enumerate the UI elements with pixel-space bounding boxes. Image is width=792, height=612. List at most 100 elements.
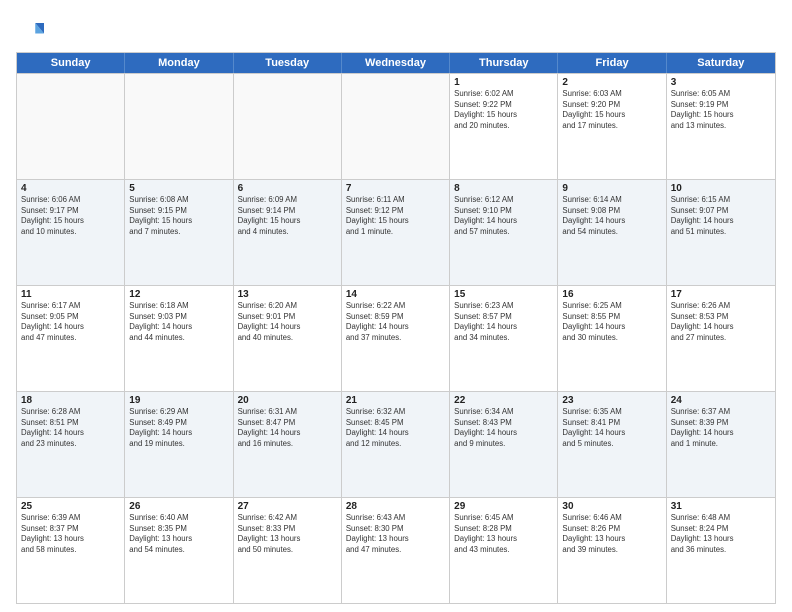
day-number: 17	[671, 289, 771, 300]
calendar-body: 1Sunrise: 6:02 AM Sunset: 9:22 PM Daylig…	[17, 73, 775, 603]
calendar-cell: 17Sunrise: 6:26 AM Sunset: 8:53 PM Dayli…	[667, 286, 775, 391]
calendar-cell: 23Sunrise: 6:35 AM Sunset: 8:41 PM Dayli…	[558, 392, 666, 497]
cell-info: Sunrise: 6:45 AM Sunset: 8:28 PM Dayligh…	[454, 513, 553, 555]
day-number: 22	[454, 395, 553, 406]
weekday-header: Tuesday	[234, 53, 342, 73]
calendar-cell: 4Sunrise: 6:06 AM Sunset: 9:17 PM Daylig…	[17, 180, 125, 285]
day-number: 27	[238, 501, 337, 512]
calendar-cell: 9Sunrise: 6:14 AM Sunset: 9:08 PM Daylig…	[558, 180, 666, 285]
calendar-row: 1Sunrise: 6:02 AM Sunset: 9:22 PM Daylig…	[17, 73, 775, 179]
cell-info: Sunrise: 6:09 AM Sunset: 9:14 PM Dayligh…	[238, 195, 337, 237]
calendar-cell	[234, 74, 342, 179]
calendar-cell: 14Sunrise: 6:22 AM Sunset: 8:59 PM Dayli…	[342, 286, 450, 391]
day-number: 20	[238, 395, 337, 406]
cell-info: Sunrise: 6:46 AM Sunset: 8:26 PM Dayligh…	[562, 513, 661, 555]
day-number: 10	[671, 183, 771, 194]
calendar-cell: 18Sunrise: 6:28 AM Sunset: 8:51 PM Dayli…	[17, 392, 125, 497]
calendar-cell: 10Sunrise: 6:15 AM Sunset: 9:07 PM Dayli…	[667, 180, 775, 285]
weekday-header: Sunday	[17, 53, 125, 73]
calendar-cell: 2Sunrise: 6:03 AM Sunset: 9:20 PM Daylig…	[558, 74, 666, 179]
cell-info: Sunrise: 6:12 AM Sunset: 9:10 PM Dayligh…	[454, 195, 553, 237]
cell-info: Sunrise: 6:31 AM Sunset: 8:47 PM Dayligh…	[238, 407, 337, 449]
calendar-cell: 3Sunrise: 6:05 AM Sunset: 9:19 PM Daylig…	[667, 74, 775, 179]
day-number: 26	[129, 501, 228, 512]
cell-info: Sunrise: 6:25 AM Sunset: 8:55 PM Dayligh…	[562, 301, 661, 343]
calendar-cell: 27Sunrise: 6:42 AM Sunset: 8:33 PM Dayli…	[234, 498, 342, 603]
cell-info: Sunrise: 6:11 AM Sunset: 9:12 PM Dayligh…	[346, 195, 445, 237]
calendar-cell: 26Sunrise: 6:40 AM Sunset: 8:35 PM Dayli…	[125, 498, 233, 603]
cell-info: Sunrise: 6:26 AM Sunset: 8:53 PM Dayligh…	[671, 301, 771, 343]
day-number: 18	[21, 395, 120, 406]
calendar: SundayMondayTuesdayWednesdayThursdayFrid…	[16, 52, 776, 604]
cell-info: Sunrise: 6:22 AM Sunset: 8:59 PM Dayligh…	[346, 301, 445, 343]
cell-info: Sunrise: 6:43 AM Sunset: 8:30 PM Dayligh…	[346, 513, 445, 555]
cell-info: Sunrise: 6:32 AM Sunset: 8:45 PM Dayligh…	[346, 407, 445, 449]
cell-info: Sunrise: 6:34 AM Sunset: 8:43 PM Dayligh…	[454, 407, 553, 449]
day-number: 31	[671, 501, 771, 512]
calendar-cell: 24Sunrise: 6:37 AM Sunset: 8:39 PM Dayli…	[667, 392, 775, 497]
cell-info: Sunrise: 6:05 AM Sunset: 9:19 PM Dayligh…	[671, 89, 771, 131]
weekday-header: Monday	[125, 53, 233, 73]
day-number: 2	[562, 77, 661, 88]
day-number: 24	[671, 395, 771, 406]
day-number: 15	[454, 289, 553, 300]
logo-icon	[16, 16, 44, 44]
calendar-cell: 31Sunrise: 6:48 AM Sunset: 8:24 PM Dayli…	[667, 498, 775, 603]
cell-info: Sunrise: 6:03 AM Sunset: 9:20 PM Dayligh…	[562, 89, 661, 131]
logo	[16, 16, 48, 44]
cell-info: Sunrise: 6:29 AM Sunset: 8:49 PM Dayligh…	[129, 407, 228, 449]
calendar-row: 4Sunrise: 6:06 AM Sunset: 9:17 PM Daylig…	[17, 179, 775, 285]
day-number: 5	[129, 183, 228, 194]
cell-info: Sunrise: 6:48 AM Sunset: 8:24 PM Dayligh…	[671, 513, 771, 555]
cell-info: Sunrise: 6:42 AM Sunset: 8:33 PM Dayligh…	[238, 513, 337, 555]
day-number: 11	[21, 289, 120, 300]
cell-info: Sunrise: 6:20 AM Sunset: 9:01 PM Dayligh…	[238, 301, 337, 343]
calendar-cell: 16Sunrise: 6:25 AM Sunset: 8:55 PM Dayli…	[558, 286, 666, 391]
day-number: 6	[238, 183, 337, 194]
calendar-cell: 13Sunrise: 6:20 AM Sunset: 9:01 PM Dayli…	[234, 286, 342, 391]
day-number: 14	[346, 289, 445, 300]
day-number: 12	[129, 289, 228, 300]
cell-info: Sunrise: 6:18 AM Sunset: 9:03 PM Dayligh…	[129, 301, 228, 343]
day-number: 3	[671, 77, 771, 88]
calendar-cell: 8Sunrise: 6:12 AM Sunset: 9:10 PM Daylig…	[450, 180, 558, 285]
calendar-cell	[17, 74, 125, 179]
weekday-header: Thursday	[450, 53, 558, 73]
day-number: 9	[562, 183, 661, 194]
day-number: 4	[21, 183, 120, 194]
calendar-row: 11Sunrise: 6:17 AM Sunset: 9:05 PM Dayli…	[17, 285, 775, 391]
day-number: 8	[454, 183, 553, 194]
day-number: 21	[346, 395, 445, 406]
calendar-cell: 12Sunrise: 6:18 AM Sunset: 9:03 PM Dayli…	[125, 286, 233, 391]
page-header	[16, 16, 776, 44]
cell-info: Sunrise: 6:40 AM Sunset: 8:35 PM Dayligh…	[129, 513, 228, 555]
day-number: 23	[562, 395, 661, 406]
calendar-cell: 11Sunrise: 6:17 AM Sunset: 9:05 PM Dayli…	[17, 286, 125, 391]
cell-info: Sunrise: 6:08 AM Sunset: 9:15 PM Dayligh…	[129, 195, 228, 237]
calendar-cell: 25Sunrise: 6:39 AM Sunset: 8:37 PM Dayli…	[17, 498, 125, 603]
calendar-cell: 15Sunrise: 6:23 AM Sunset: 8:57 PM Dayli…	[450, 286, 558, 391]
calendar-cell: 7Sunrise: 6:11 AM Sunset: 9:12 PM Daylig…	[342, 180, 450, 285]
calendar-header: SundayMondayTuesdayWednesdayThursdayFrid…	[17, 53, 775, 73]
day-number: 7	[346, 183, 445, 194]
calendar-cell: 20Sunrise: 6:31 AM Sunset: 8:47 PM Dayli…	[234, 392, 342, 497]
cell-info: Sunrise: 6:35 AM Sunset: 8:41 PM Dayligh…	[562, 407, 661, 449]
day-number: 19	[129, 395, 228, 406]
cell-info: Sunrise: 6:06 AM Sunset: 9:17 PM Dayligh…	[21, 195, 120, 237]
day-number: 28	[346, 501, 445, 512]
cell-info: Sunrise: 6:15 AM Sunset: 9:07 PM Dayligh…	[671, 195, 771, 237]
day-number: 16	[562, 289, 661, 300]
cell-info: Sunrise: 6:02 AM Sunset: 9:22 PM Dayligh…	[454, 89, 553, 131]
calendar-cell: 1Sunrise: 6:02 AM Sunset: 9:22 PM Daylig…	[450, 74, 558, 179]
calendar-cell: 5Sunrise: 6:08 AM Sunset: 9:15 PM Daylig…	[125, 180, 233, 285]
calendar-cell: 29Sunrise: 6:45 AM Sunset: 8:28 PM Dayli…	[450, 498, 558, 603]
weekday-header: Wednesday	[342, 53, 450, 73]
calendar-cell: 30Sunrise: 6:46 AM Sunset: 8:26 PM Dayli…	[558, 498, 666, 603]
day-number: 1	[454, 77, 553, 88]
day-number: 13	[238, 289, 337, 300]
cell-info: Sunrise: 6:39 AM Sunset: 8:37 PM Dayligh…	[21, 513, 120, 555]
calendar-cell: 28Sunrise: 6:43 AM Sunset: 8:30 PM Dayli…	[342, 498, 450, 603]
day-number: 30	[562, 501, 661, 512]
day-number: 25	[21, 501, 120, 512]
weekday-header: Saturday	[667, 53, 775, 73]
